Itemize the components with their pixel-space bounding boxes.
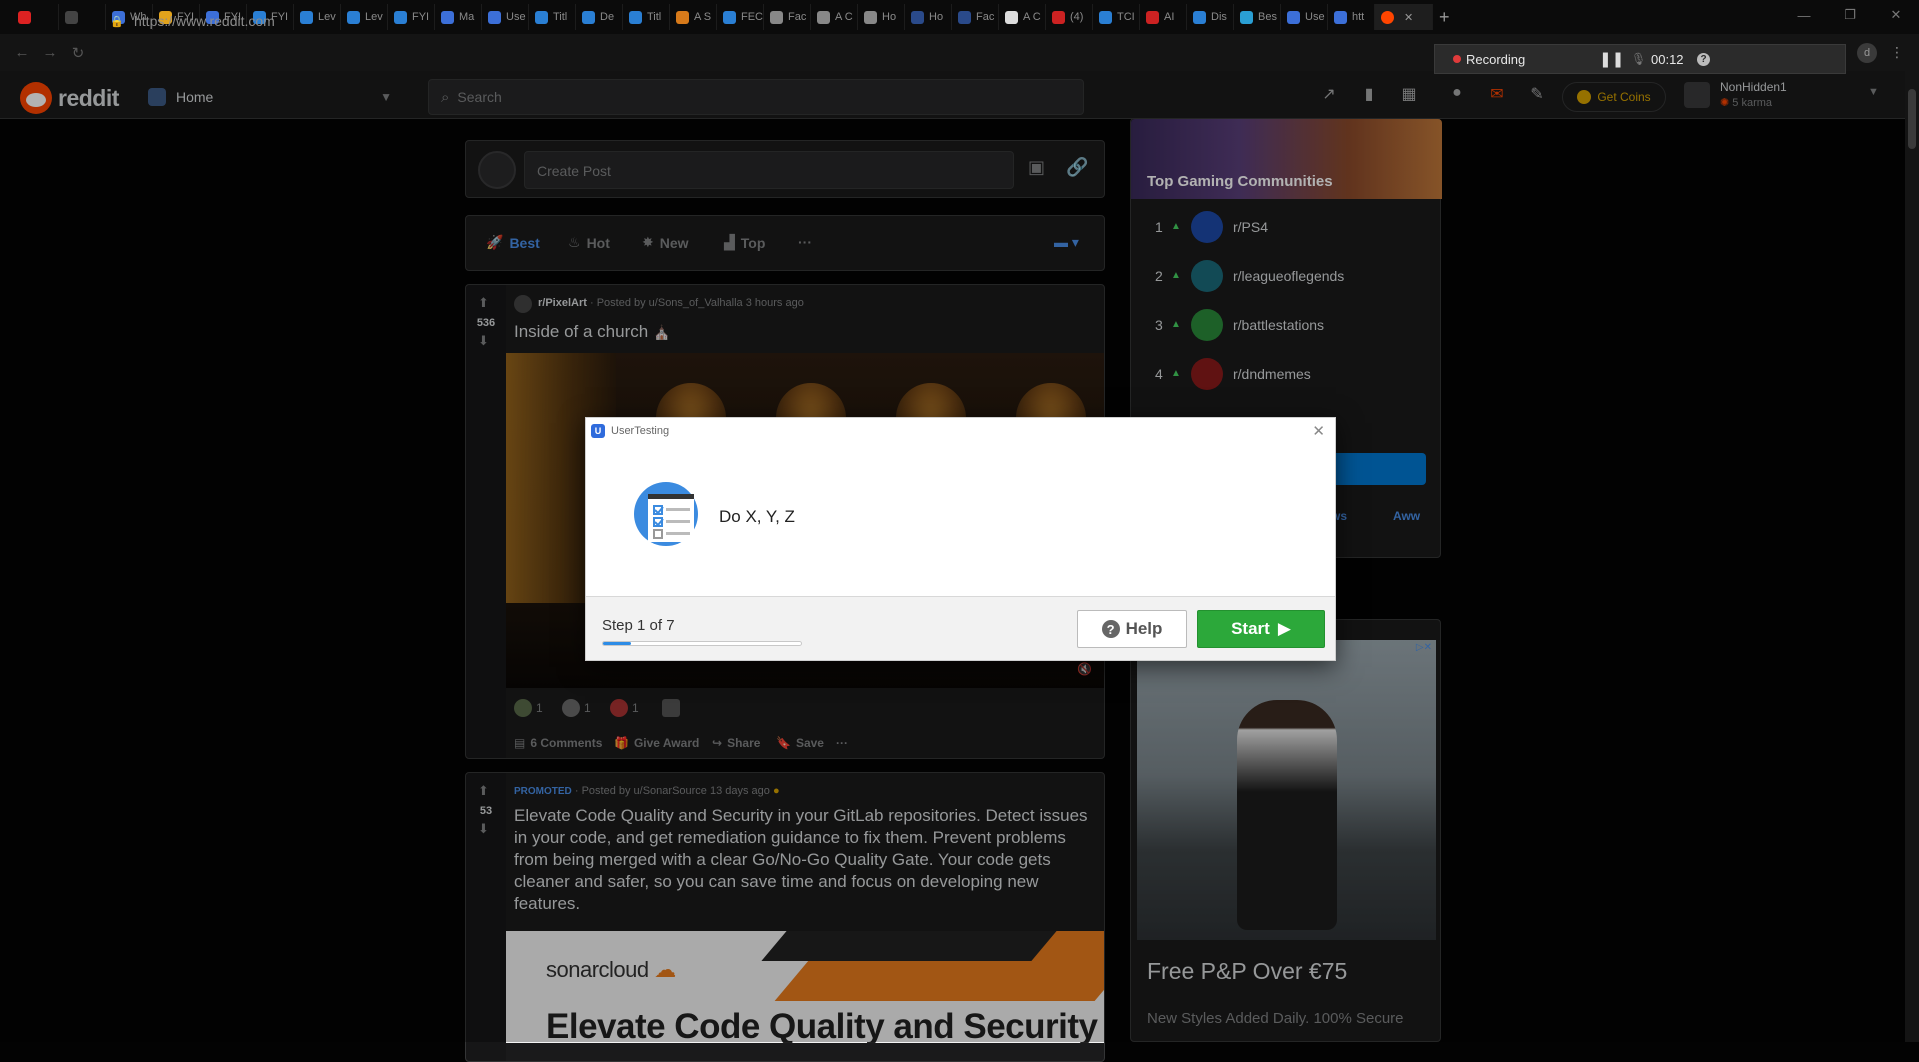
back-icon[interactable]: ← [8, 44, 36, 61]
usertesting-logo-icon: U [591, 424, 605, 438]
step-progress-bar [602, 641, 802, 646]
close-window-button[interactable]: ✕ [1873, 0, 1919, 30]
minimize-window-button[interactable]: — [1781, 0, 1827, 30]
recording-timer: 00:12 [1651, 51, 1684, 67]
recorder-help-icon[interactable]: ? [1697, 52, 1710, 66]
dialog-app-name: UserTesting [611, 425, 670, 437]
profile-avatar[interactable]: d [1857, 43, 1877, 63]
start-label: Start [1231, 619, 1270, 638]
url-text: https://www.reddit.com [134, 13, 275, 29]
dialog-titlebar: U UserTesting ✕ [586, 418, 1335, 444]
pause-button[interactable]: ❚❚ [1599, 50, 1624, 68]
task-text: Do X, Y, Z [719, 507, 795, 526]
dialog-footer: Step 1 of 7 ? Help Start ▶ [586, 596, 1335, 660]
restore-window-button[interactable]: ❐ [1827, 0, 1873, 30]
browser-tab[interactable] [12, 4, 59, 30]
step-label: Step 1 of 7 [602, 617, 675, 634]
close-icon[interactable]: ✕ [1312, 422, 1325, 440]
start-button[interactable]: Start ▶ [1197, 610, 1325, 648]
tab-favicon-icon [65, 10, 78, 24]
recording-indicator-icon [1453, 55, 1461, 63]
address-bar[interactable]: 🔒 https://www.reddit.com [110, 10, 1410, 32]
lock-icon: 🔒 [110, 15, 124, 28]
browser-menu-icon[interactable]: ⋮ [1890, 44, 1904, 61]
forward-icon[interactable]: → [36, 44, 64, 61]
help-button[interactable]: ? Help [1077, 610, 1187, 648]
microphone-icon[interactable]: 🎙 [1631, 52, 1646, 66]
usertesting-dialog: U UserTesting ✕ Do X, Y, Z Step 1 of 7 ?… [585, 417, 1336, 661]
task-checklist-icon [634, 482, 698, 546]
new-tab-button[interactable]: + [1433, 4, 1480, 30]
reload-icon[interactable]: ↻ [64, 44, 92, 62]
recording-status: Recording [1466, 51, 1526, 67]
help-icon: ? [1101, 620, 1120, 638]
recording-widget: Recording ❚❚ 🎙 00:12 ? [1434, 44, 1846, 74]
tab-favicon-icon [18, 10, 31, 24]
step-progress-fill [603, 642, 631, 645]
caret-right-icon: ▶ [1277, 619, 1291, 638]
help-label: Help [1125, 619, 1163, 638]
page-scrollbar[interactable] [1905, 71, 1919, 1042]
browser-tab[interactable] [59, 4, 106, 30]
